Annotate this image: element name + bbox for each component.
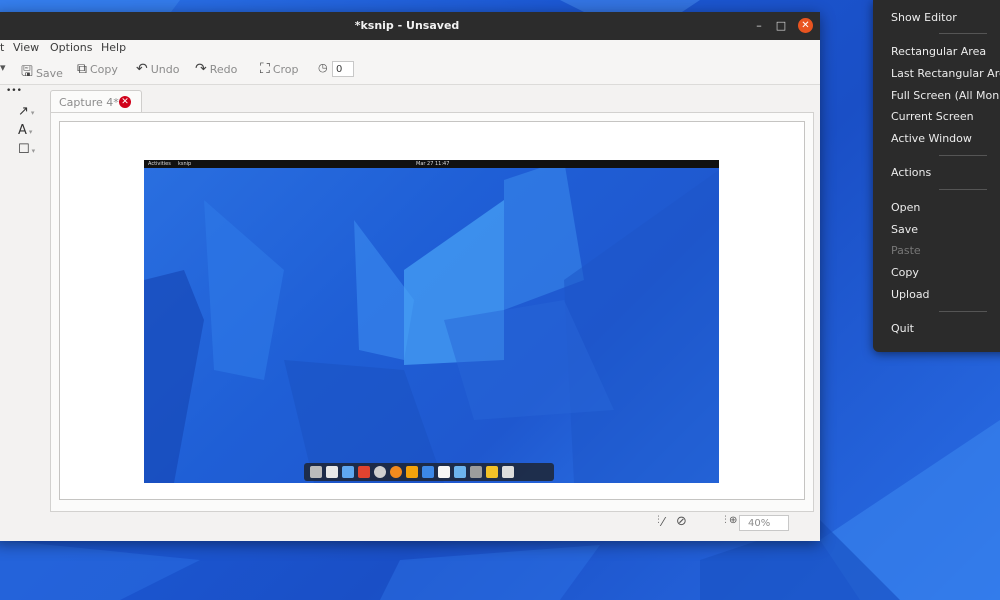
crop-icon: ⛶ <box>260 61 270 77</box>
dropdown-arrow-icon[interactable]: ▾ <box>0 61 6 74</box>
menu-view[interactable]: View <box>13 41 39 54</box>
menu-item-copy[interactable]: Copy <box>891 266 919 279</box>
rectangle-tool[interactable]: ☐ ▾ <box>18 142 35 157</box>
screenshot-clock: Mar 27 11:47 <box>416 161 450 167</box>
menu-item-actions[interactable]: Actions <box>891 166 931 179</box>
menu-item-last-rectangular-area[interactable]: Last Rectangular Area <box>891 67 1000 80</box>
window-title: *ksnip - Unsaved <box>354 19 460 32</box>
text-tool[interactable]: A ▾ <box>18 123 32 138</box>
captured-screenshot[interactable]: Activities ksnip Mar 27 11:47 <box>144 160 719 483</box>
menu-item-rectangular-area[interactable]: Rectangular Area <box>891 45 986 58</box>
menu-separator <box>939 189 987 190</box>
timer-icon: ◷ <box>318 61 328 74</box>
status-bar <box>0 509 820 541</box>
redo-button[interactable]: ↷ Redo <box>195 61 237 77</box>
menu-item-show-editor[interactable]: Show Editor <box>891 11 957 24</box>
menu-item-active-window[interactable]: Active Window <box>891 132 972 145</box>
zoom-icon: ⊕ <box>729 515 738 526</box>
menu-item-upload[interactable]: Upload <box>891 288 930 301</box>
maximize-button[interactable]: □ <box>774 19 788 33</box>
screenshot-dock <box>304 463 554 481</box>
tray-menu: Show Editor Rectangular Area Last Rectan… <box>873 0 1000 352</box>
arrow-tool[interactable]: ↗ ▾ <box>18 104 34 119</box>
save-button[interactable]: 🖫 Save <box>21 61 63 85</box>
save-icon: 🖫 <box>21 64 33 80</box>
tab-capture[interactable]: Capture 4* ✕ <box>50 90 142 113</box>
menu-bar: t View Options Help <box>0 40 820 56</box>
copy-label: Copy <box>90 62 118 76</box>
screenshot-app: ksnip <box>178 161 192 167</box>
menu-edit[interactable]: t <box>0 41 4 54</box>
tab-label: Capture 4* <box>59 96 119 109</box>
menu-item-open[interactable]: Open <box>891 201 920 214</box>
delay-spinbox[interactable]: 0 <box>332 61 354 77</box>
copy-icon: ⧉ <box>77 61 87 77</box>
screenshot-wallpaper <box>144 160 719 483</box>
undo-icon: ↶ <box>136 61 148 77</box>
crop-button[interactable]: ⛶ Crop <box>260 61 299 77</box>
close-button[interactable]: ✕ <box>798 18 813 33</box>
screenshot-activities: Activities <box>148 161 171 167</box>
toolbar: ▾ 🖫 Save ⧉ Copy ↶ Undo ↷ Redo ⛶ Crop ◷ 0 <box>0 56 820 85</box>
menu-item-quit[interactable]: Quit <box>891 322 914 335</box>
magic-pen-icon[interactable]: ⁄ <box>662 515 664 529</box>
menu-item-full-screen[interactable]: Full Screen (All Monitors) <box>891 89 1000 102</box>
menu-item-paste: Paste <box>891 244 921 257</box>
redo-icon: ↷ <box>195 61 207 77</box>
menu-separator <box>939 33 987 34</box>
ksnip-window: *ksnip - Unsaved – □ ✕ t View Options He… <box>0 12 820 541</box>
minimize-button[interactable]: – <box>752 19 766 33</box>
menu-separator <box>939 311 987 312</box>
menu-item-save[interactable]: Save <box>891 223 918 236</box>
more-icon[interactable]: ••• <box>6 86 22 96</box>
tab-close-icon[interactable]: ✕ <box>119 96 131 108</box>
title-bar[interactable]: *ksnip - Unsaved – □ ✕ <box>0 12 820 40</box>
zoom-spinbox[interactable]: 40% <box>739 515 789 531</box>
no-entry-icon[interactable]: ⊘ <box>676 514 687 529</box>
save-label: Save <box>35 66 63 80</box>
undo-button[interactable]: ↶ Undo <box>136 61 179 77</box>
screenshot-topbar: Activities ksnip Mar 27 11:47 <box>144 160 719 168</box>
copy-button[interactable]: ⧉ Copy <box>77 61 118 77</box>
undo-label: Undo <box>150 62 180 76</box>
menu-separator <box>939 155 987 156</box>
menu-item-current-screen[interactable]: Current Screen <box>891 110 974 123</box>
redo-label: Redo <box>209 62 238 76</box>
menu-help[interactable]: Help <box>101 41 126 54</box>
crop-label: Crop <box>272 62 299 76</box>
menu-options[interactable]: Options <box>50 41 92 54</box>
